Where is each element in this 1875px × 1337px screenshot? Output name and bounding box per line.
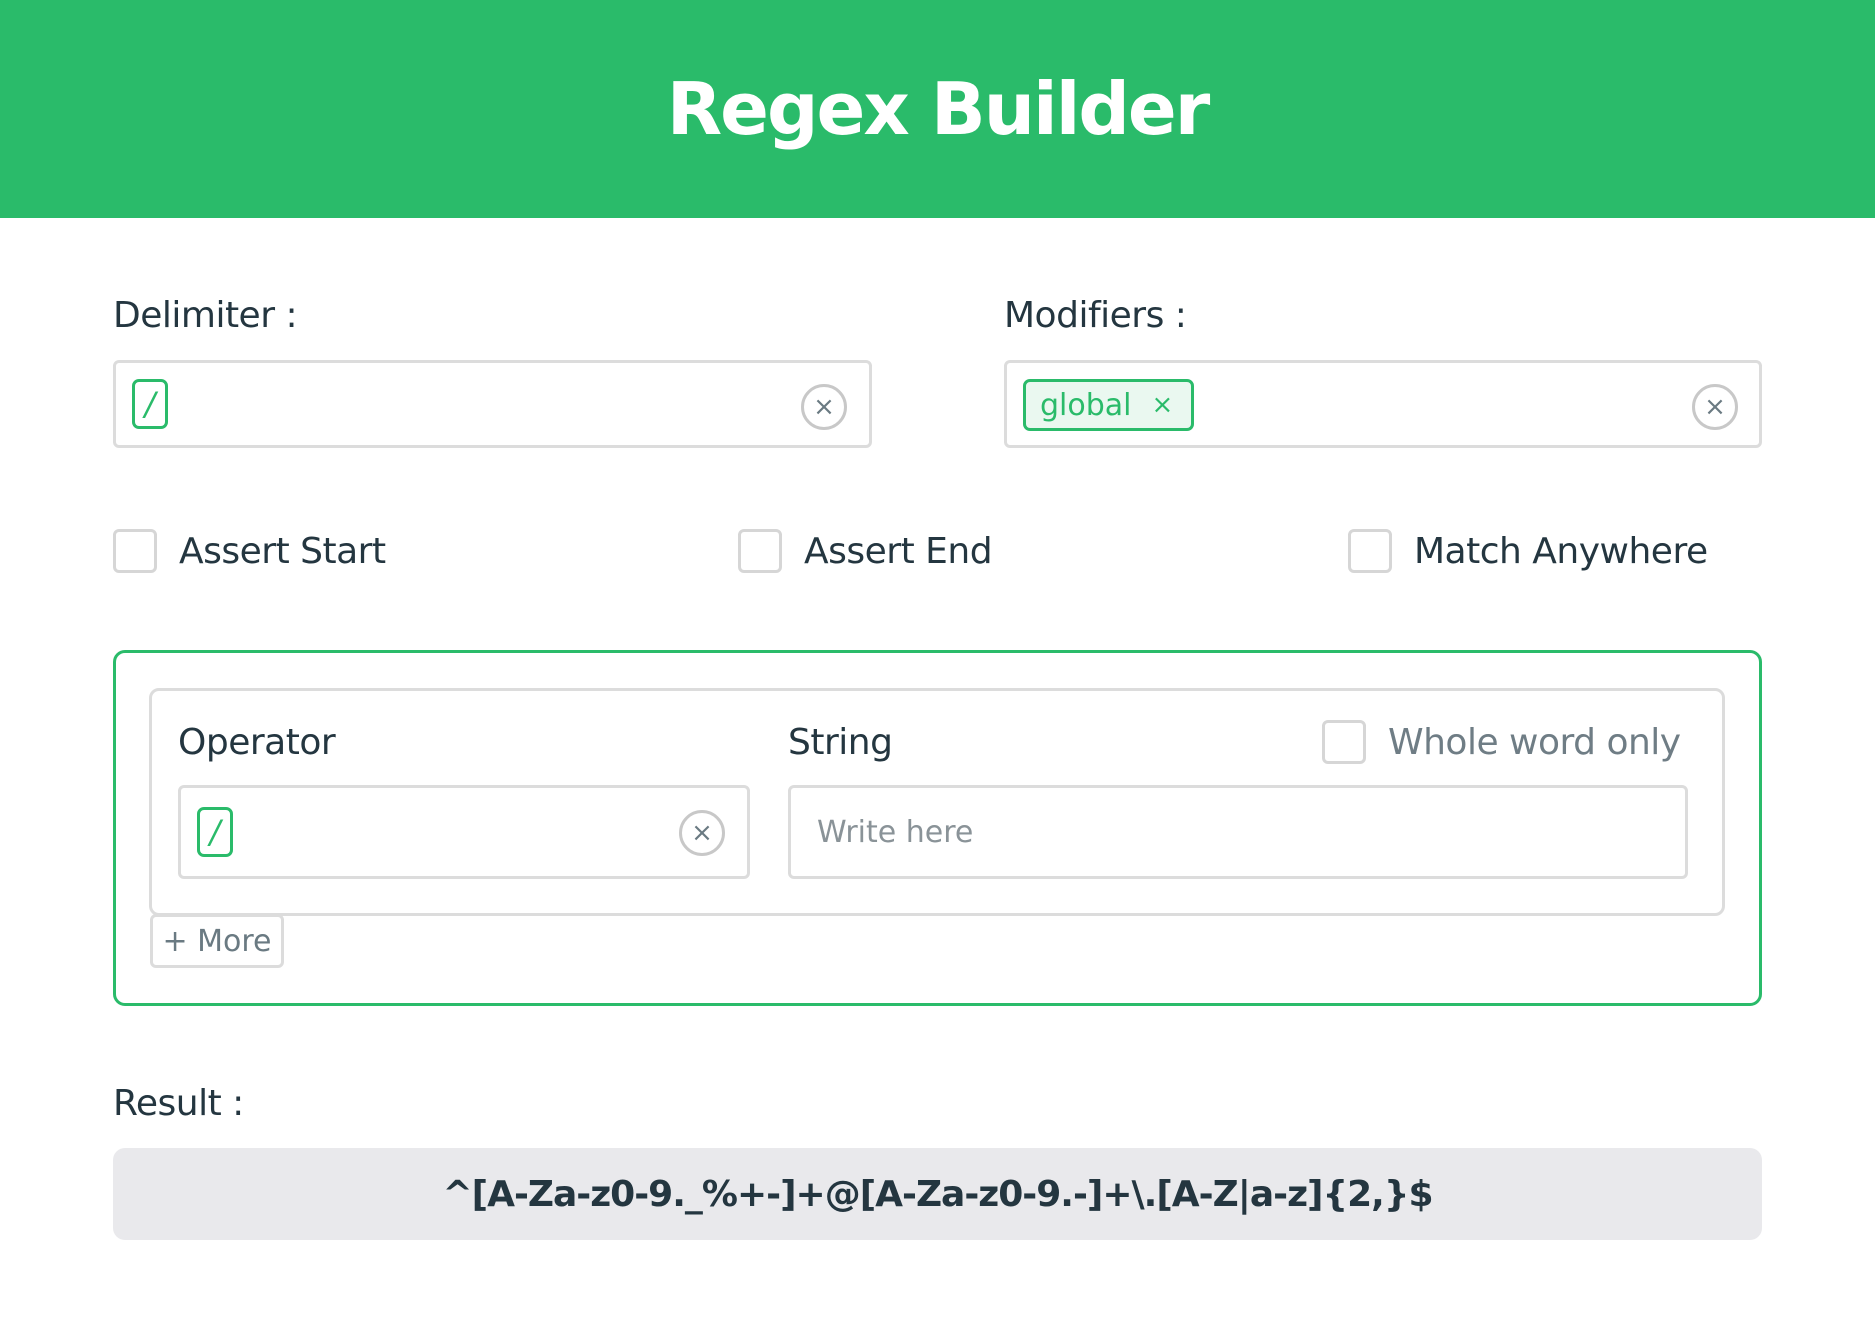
string-input[interactable]: Write here — [788, 785, 1688, 879]
operator-select[interactable]: / × — [178, 785, 750, 879]
option-assert-end[interactable]: Assert End — [738, 529, 993, 573]
match-anywhere-label: Match Anywhere — [1414, 530, 1708, 572]
whole-word-label: Whole word only — [1388, 721, 1681, 763]
delimiter-label: Delimiter : — [113, 295, 298, 336]
header-bar: Regex Builder — [0, 0, 1875, 218]
string-label: String — [788, 722, 893, 763]
option-match-anywhere[interactable]: Match Anywhere — [1348, 529, 1708, 573]
page-title: Regex Builder — [666, 67, 1211, 151]
operator-label: Operator — [178, 722, 336, 763]
operator-value-chip: / — [197, 807, 233, 857]
assert-start-checkbox[interactable] — [113, 529, 157, 573]
option-whole-word[interactable]: Whole word only — [1322, 720, 1681, 764]
modifiers-clear-icon[interactable]: × — [1692, 384, 1738, 430]
result-regex: ^[A-Za-z0-9._%+-]+@[A-Za-z0-9.-]+\.[A-Z|… — [442, 1173, 1433, 1215]
delimiter-clear-icon[interactable]: × — [801, 384, 847, 430]
modifiers-label: Modifiers : — [1004, 295, 1187, 336]
modifier-chip-label: global — [1040, 387, 1132, 423]
whole-word-checkbox[interactable] — [1322, 720, 1366, 764]
modifiers-select[interactable]: global × × — [1004, 360, 1762, 448]
add-more-button[interactable]: + More — [150, 914, 284, 968]
delimiter-value-chip: / — [132, 379, 168, 429]
match-anywhere-checkbox[interactable] — [1348, 529, 1392, 573]
operator-clear-icon[interactable]: × — [679, 810, 725, 856]
option-assert-start[interactable]: Assert Start — [113, 529, 386, 573]
modifier-chip-global: global × — [1023, 379, 1195, 431]
chip-remove-icon[interactable]: × — [1152, 390, 1174, 420]
result-label: Result : — [113, 1083, 244, 1124]
assert-end-label: Assert End — [804, 530, 993, 572]
result-output: ^[A-Za-z0-9._%+-]+@[A-Za-z0-9.-]+\.[A-Z|… — [113, 1148, 1762, 1240]
delimiter-select[interactable]: / × — [113, 360, 872, 448]
assert-end-checkbox[interactable] — [738, 529, 782, 573]
assert-start-label: Assert Start — [179, 530, 386, 572]
